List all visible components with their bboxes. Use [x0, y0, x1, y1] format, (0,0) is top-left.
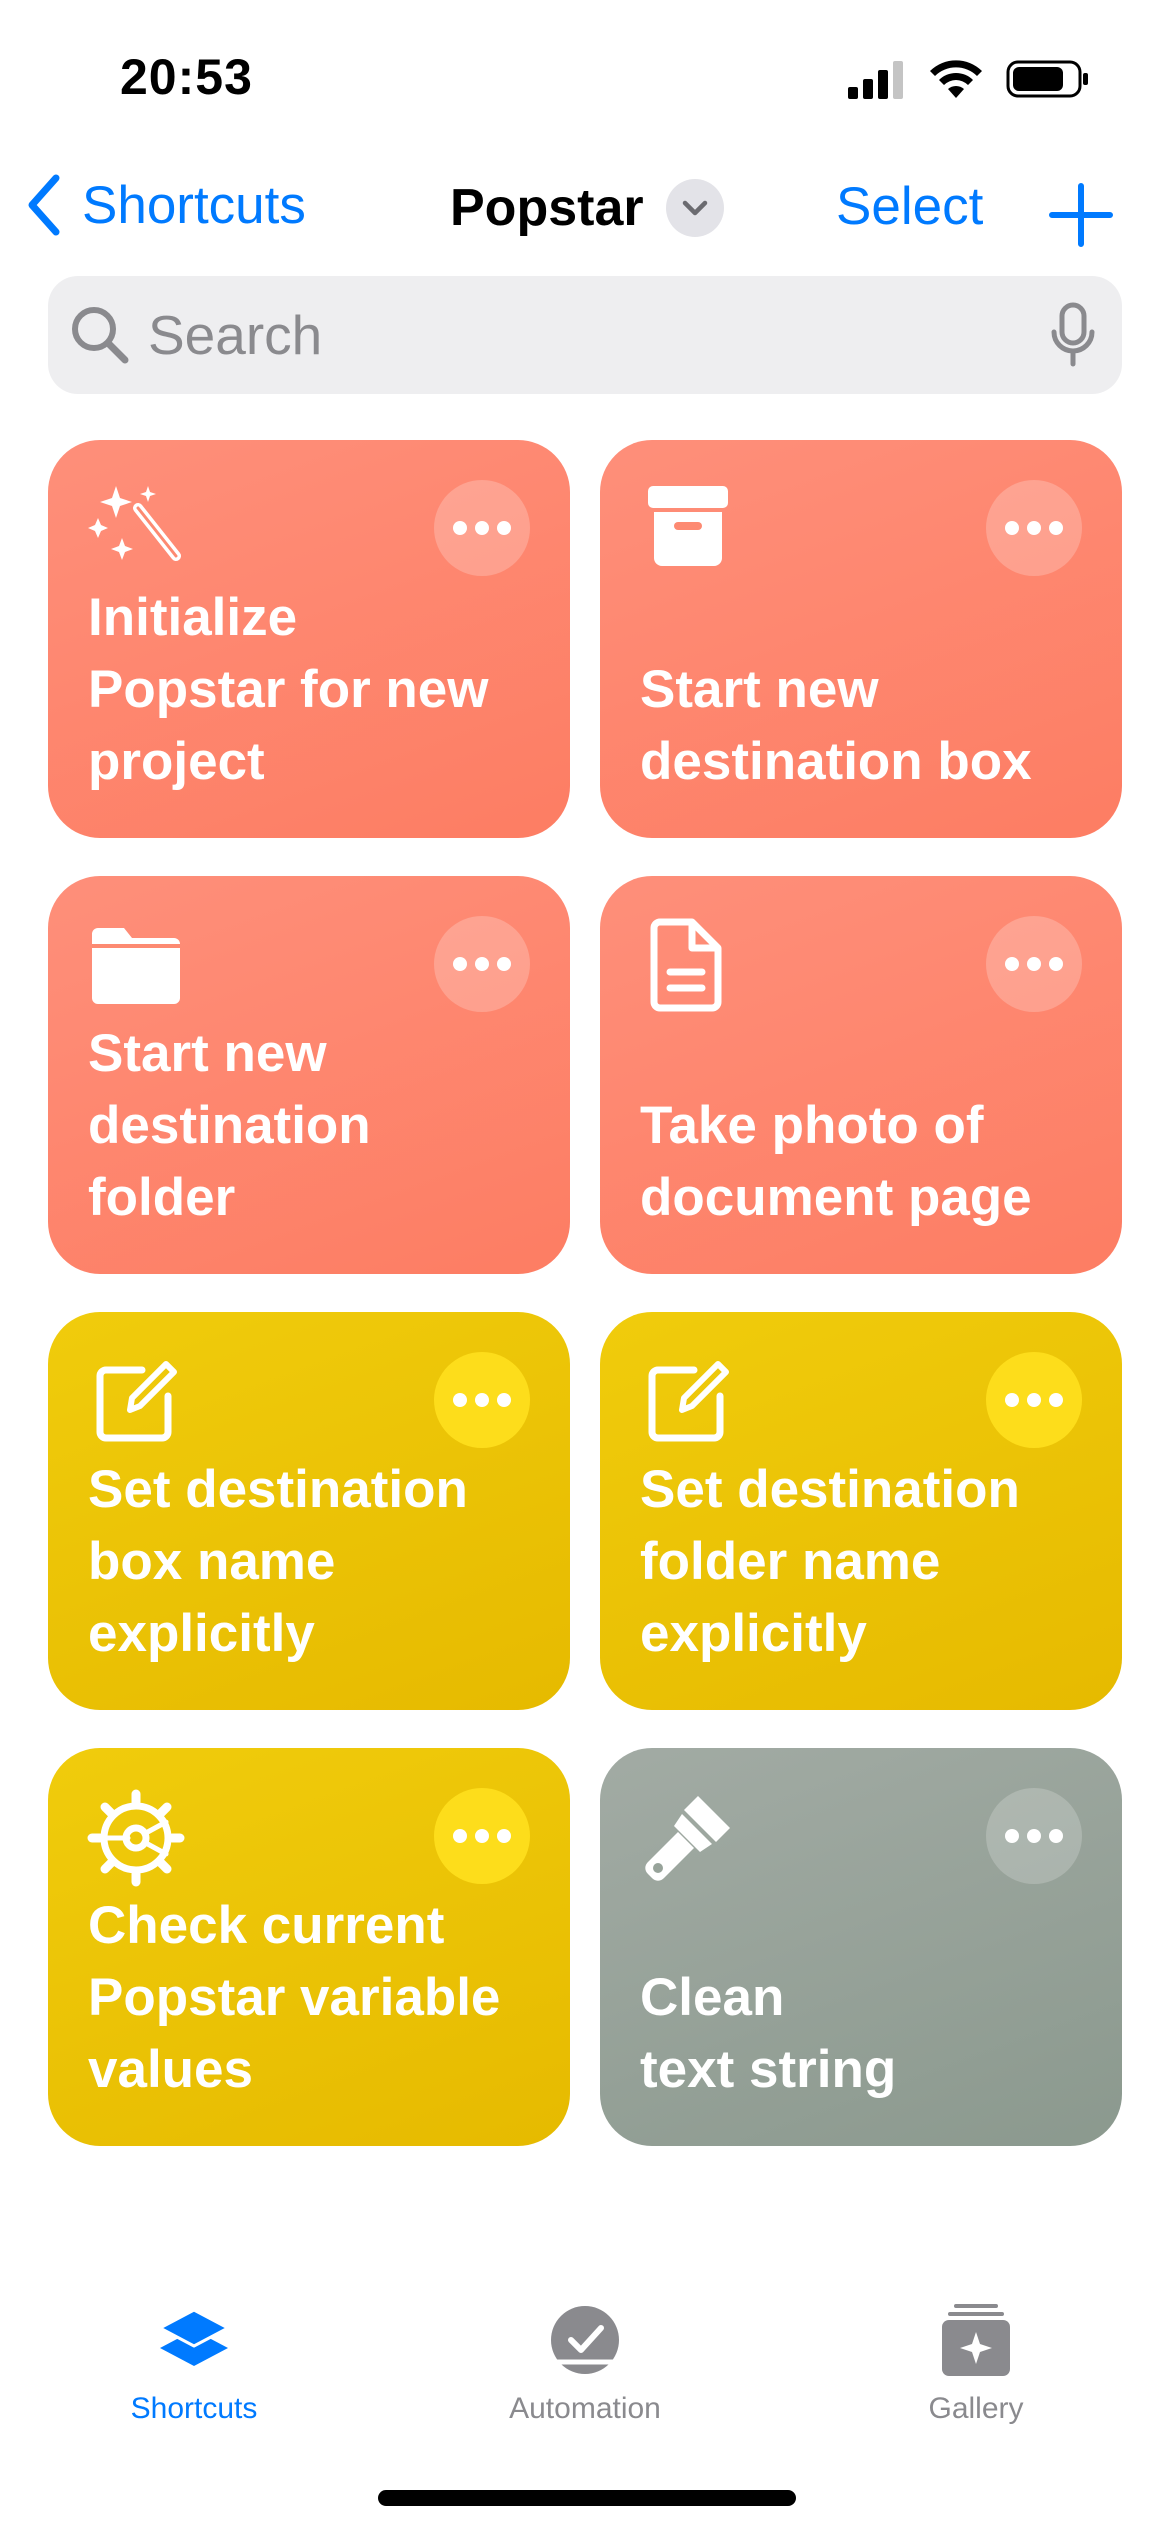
microphone-icon[interactable]: [1050, 302, 1096, 368]
compose-icon: [648, 1361, 729, 1442]
more-options-button[interactable]: [986, 916, 1082, 1012]
wifi-icon: [930, 60, 982, 98]
select-button[interactable]: Select: [836, 176, 983, 237]
back-button-label: Shortcuts: [82, 175, 306, 235]
shortcut-tile[interactable]: Clean text string: [600, 1748, 1122, 2146]
shortcut-title: Start new destination folder: [88, 1024, 371, 1227]
tab-shortcuts[interactable]: Shortcuts: [64, 2300, 324, 2426]
shortcuts-folder-screen: 20:53 Shortcuts Popstar Select Search In…: [0, 0, 1170, 2532]
more-options-button[interactable]: [986, 480, 1082, 576]
gear-icon: [87, 1789, 185, 1887]
shortcut-title: Initialize Popstar for new project: [88, 588, 489, 791]
more-options-button[interactable]: [434, 1788, 530, 1884]
more-options-button[interactable]: [986, 1352, 1082, 1448]
home-indicator: [378, 2490, 796, 2506]
shortcut-tile[interactable]: Set destination folder name explicitly: [600, 1312, 1122, 1710]
tab-label: Automation: [509, 2392, 661, 2425]
status-bar: 20:53: [0, 0, 1170, 150]
more-options-button[interactable]: [434, 480, 530, 576]
cellular-signal-icon: [848, 61, 903, 99]
folder-title-menu[interactable]: Popstar: [450, 178, 724, 238]
search-bar: [48, 276, 1122, 394]
status-icons: [846, 58, 1090, 100]
add-shortcut-button[interactable]: [1048, 182, 1114, 248]
status-time: 20:53: [120, 49, 253, 105]
shortcut-title: Set destination box name explicitly: [88, 1460, 468, 1663]
compose-icon: [96, 1361, 177, 1442]
tab-label: Gallery: [928, 2392, 1024, 2425]
tab-bar: Shortcuts Automation Gallery: [0, 2300, 1170, 2440]
tab-gallery[interactable]: Gallery: [846, 2300, 1106, 2426]
gallery-icon: [942, 2304, 1010, 2376]
shortcut-title: Clean text string: [640, 1968, 897, 2099]
shortcut-title: Check current Popstar variable values: [88, 1896, 501, 2099]
shortcut-tile[interactable]: Set destination box name explicitly: [48, 1312, 570, 1710]
more-options-button[interactable]: [434, 1352, 530, 1448]
stack-icon: [158, 2308, 230, 2366]
magic-wand-icon: [88, 486, 181, 561]
chevron-down-icon: [665, 179, 724, 237]
shortcut-tile[interactable]: Initialize Popstar for new project: [48, 440, 570, 838]
archive-box-icon: [648, 486, 728, 566]
more-options-button[interactable]: [434, 916, 530, 1012]
search-icon: [72, 307, 129, 364]
folder-icon: [92, 928, 180, 1004]
more-options-button[interactable]: [986, 1788, 1082, 1884]
document-icon: [650, 918, 722, 1012]
clock-check-icon: [551, 2306, 619, 2374]
shortcut-title: Start new destination box: [640, 660, 1032, 791]
shortcut-tile[interactable]: Check current Popstar variable values: [48, 1748, 570, 2146]
battery-icon: [1006, 60, 1088, 98]
tab-automation[interactable]: Automation: [455, 2300, 715, 2426]
shortcut-tile[interactable]: Start new destination folder: [48, 876, 570, 1274]
paintbrush-icon: [645, 1796, 730, 1881]
page-title: Popstar: [450, 179, 644, 237]
shortcut-title: Set destination folder name explicitly: [640, 1460, 1020, 1663]
search-input[interactable]: [148, 296, 1048, 374]
chevron-left-icon: [28, 174, 60, 236]
shortcut-tile[interactable]: Start new destination box: [600, 440, 1122, 838]
shortcut-tile[interactable]: Take photo of document page: [600, 876, 1122, 1274]
back-button[interactable]: Shortcuts: [24, 172, 306, 238]
shortcut-title: Take photo of document page: [640, 1096, 1032, 1227]
navigation-bar: Shortcuts Popstar Select: [0, 160, 1170, 250]
tab-label: Shortcuts: [130, 2392, 258, 2425]
